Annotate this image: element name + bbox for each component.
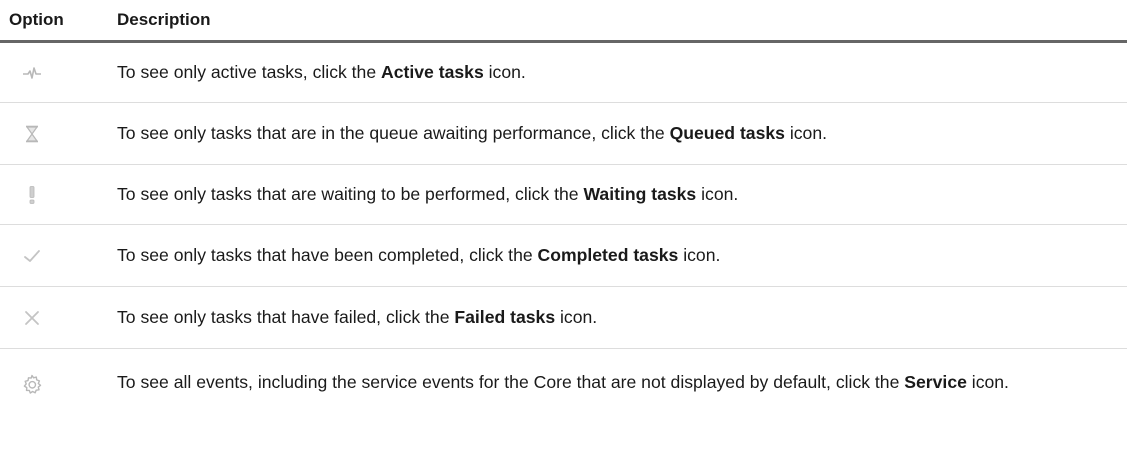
service-icon[interactable] xyxy=(22,374,42,394)
option-column-header: Option xyxy=(9,10,64,29)
row-description: To see all events, including the service… xyxy=(117,372,1009,392)
queued-tasks-label: Queued tasks xyxy=(669,123,785,143)
row-description: To see only tasks that have failed, clic… xyxy=(117,307,598,327)
row-description: To see only tasks that are waiting to be… xyxy=(117,184,739,204)
active-tasks-icon[interactable] xyxy=(22,63,42,83)
table-row-completed-tasks: To see only tasks that have been complet… xyxy=(0,225,1127,287)
active-tasks-label: Active tasks xyxy=(381,62,484,82)
table-header: Option Description xyxy=(0,0,1127,43)
table-row-active-tasks: To see only active tasks, click the Acti… xyxy=(0,43,1127,103)
completed-tasks-label: Completed tasks xyxy=(537,245,679,265)
table-row-queued-tasks: To see only tasks that are in the queue … xyxy=(0,103,1127,165)
failed-tasks-icon[interactable] xyxy=(22,308,42,328)
completed-tasks-icon[interactable] xyxy=(22,246,42,266)
row-description: To see only tasks that are in the queue … xyxy=(117,123,828,143)
table-row-failed-tasks: To see only tasks that have failed, clic… xyxy=(0,287,1127,349)
waiting-tasks-label: Waiting tasks xyxy=(583,184,697,204)
table-row-waiting-tasks: To see only tasks that are waiting to be… xyxy=(0,165,1127,225)
service-label: Service xyxy=(904,372,967,392)
description-column-header: Description xyxy=(117,10,211,29)
table-row-service: To see all events, including the service… xyxy=(0,349,1127,451)
waiting-tasks-icon[interactable] xyxy=(22,185,42,205)
options-table: Option Description To see only active ta… xyxy=(0,0,1127,451)
row-description: To see only tasks that have been complet… xyxy=(117,245,721,265)
failed-tasks-label: Failed tasks xyxy=(454,307,556,327)
row-description: To see only active tasks, click the Acti… xyxy=(117,62,526,82)
queued-tasks-icon[interactable] xyxy=(22,124,42,144)
